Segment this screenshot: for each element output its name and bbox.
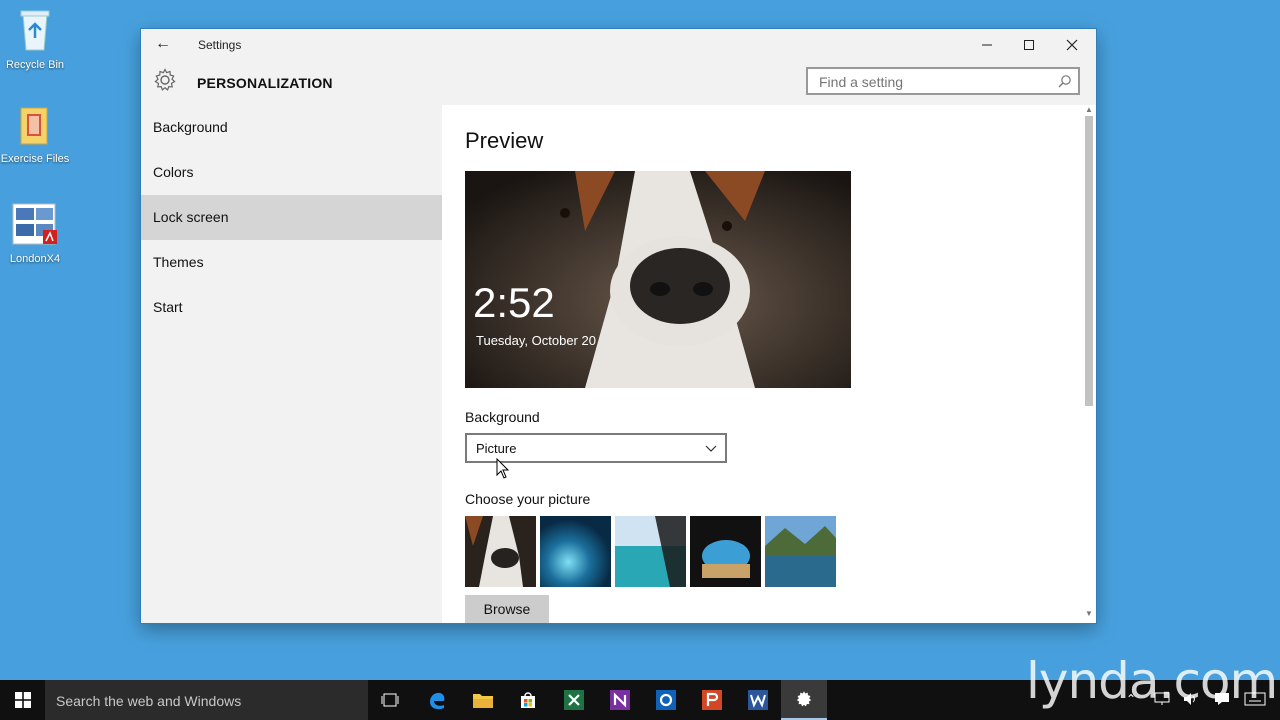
- content-pane: Preview 2:52 Tuesday, October 20 Backgro…: [442, 105, 1096, 623]
- search-input[interactable]: [817, 73, 1051, 91]
- scrollbar-thumb[interactable]: [1085, 116, 1093, 406]
- settings-window: ← Settings PERSONALIZATION Background Co…: [141, 29, 1096, 623]
- sidebar-item-start[interactable]: Start: [141, 285, 442, 330]
- excel-button[interactable]: [551, 680, 597, 720]
- sidebar-item-label: Lock screen: [153, 209, 229, 225]
- preview-date: Tuesday, October 20: [476, 333, 596, 348]
- pdf-file-icon: [12, 203, 57, 245]
- outlook-button[interactable]: [643, 680, 689, 720]
- edge-icon: [430, 692, 445, 710]
- sidebar-item-label: Themes: [153, 254, 204, 270]
- word-button[interactable]: [735, 680, 781, 720]
- recycle-bin-icon: [20, 10, 50, 51]
- desktop-icon-londonx4[interactable]: LondonX4: [0, 202, 70, 265]
- lake-thumbnail-image: [765, 516, 836, 587]
- picture-thumbnail-dog[interactable]: [465, 516, 536, 587]
- cave-thumbnail-image: [690, 516, 761, 587]
- taskbar-search-placeholder: Search the web and Windows: [56, 693, 242, 709]
- edge-browser-button[interactable]: [414, 680, 460, 720]
- minimize-icon: [982, 44, 992, 46]
- underwater-thumbnail-image: [540, 516, 611, 587]
- close-button[interactable]: [1049, 29, 1095, 61]
- onenote-icon: [610, 690, 630, 710]
- sidebar-item-label: Background: [153, 119, 228, 135]
- sidebar-item-label: Colors: [153, 164, 194, 180]
- windows-logo-icon: [14, 692, 31, 708]
- preview-time: 2:52: [473, 279, 555, 326]
- excel-icon: [564, 690, 584, 710]
- sidebar-item-themes[interactable]: Themes: [141, 240, 442, 285]
- gear-icon: [796, 691, 812, 707]
- lock-screen-preview: 2:52 Tuesday, October 20: [465, 171, 851, 388]
- find-setting-search[interactable]: [806, 67, 1080, 95]
- background-dropdown-value: Picture: [476, 441, 517, 456]
- scroll-down-icon[interactable]: ▼: [1085, 609, 1093, 618]
- folder-icon: [473, 694, 493, 708]
- dog-thumbnail-image: [465, 516, 536, 587]
- content-scrollbar[interactable]: ▲ ▼: [1082, 105, 1096, 623]
- maximize-icon: [1024, 40, 1034, 50]
- file-explorer-button[interactable]: [460, 680, 506, 720]
- sidebar-item-lock-screen[interactable]: Lock screen: [141, 195, 442, 240]
- picture-thumbnail-cave[interactable]: [690, 516, 761, 587]
- task-view-icon: [381, 693, 399, 707]
- desktop-icon-label: LondonX4: [9, 253, 61, 265]
- start-button[interactable]: [0, 680, 45, 720]
- window-title: Settings: [198, 38, 242, 52]
- browse-button[interactable]: Browse: [465, 595, 549, 623]
- taskbar-search[interactable]: Search the web and Windows: [45, 680, 368, 720]
- powerpoint-icon: [702, 690, 722, 710]
- sea-thumbnail-image: [615, 516, 686, 587]
- sidebar-item-background[interactable]: Background: [141, 105, 442, 150]
- picture-thumbnail-lake[interactable]: [765, 516, 836, 587]
- folder-icon: [20, 107, 48, 145]
- back-arrow-icon[interactable]: ←: [155, 35, 171, 53]
- store-icon: [521, 692, 535, 708]
- minimize-button[interactable]: [964, 29, 1010, 61]
- picture-thumbnail-underwater[interactable]: [540, 516, 611, 587]
- close-icon: [1066, 39, 1078, 51]
- task-view-button[interactable]: [367, 680, 413, 720]
- search-icon: [1058, 75, 1071, 88]
- settings-taskbar-button[interactable]: [781, 680, 827, 720]
- sidebar: Background Colors Lock screen Themes Sta…: [141, 105, 442, 623]
- mouse-cursor-icon: [496, 458, 510, 479]
- scroll-up-icon[interactable]: ▲: [1085, 105, 1093, 114]
- outlook-icon: [656, 690, 676, 710]
- word-icon: [748, 690, 768, 710]
- preview-heading: Preview: [465, 128, 544, 153]
- title-bar: ← Settings: [141, 29, 1096, 61]
- lynda-watermark: lynda.com: [1026, 652, 1278, 710]
- gear-icon: [154, 68, 176, 91]
- page-title: PERSONALIZATION: [197, 75, 333, 91]
- desktop-icon-exercise-files[interactable]: Exercise Files: [0, 106, 70, 165]
- desktop-icon-recycle-bin[interactable]: Recycle Bin: [0, 8, 70, 71]
- onenote-button[interactable]: [597, 680, 643, 720]
- powerpoint-button[interactable]: [689, 680, 735, 720]
- desktop-icon-label: Exercise Files: [0, 153, 70, 165]
- store-button[interactable]: [505, 680, 551, 720]
- chevron-down-icon: [705, 445, 717, 452]
- sidebar-item-colors[interactable]: Colors: [141, 150, 442, 195]
- sidebar-item-label: Start: [153, 299, 183, 315]
- background-label: Background: [465, 409, 540, 425]
- desktop-icon-label: Recycle Bin: [5, 59, 65, 71]
- maximize-button[interactable]: [1006, 29, 1052, 61]
- picture-thumbnail-sea[interactable]: [615, 516, 686, 587]
- choose-picture-label: Choose your picture: [465, 491, 591, 507]
